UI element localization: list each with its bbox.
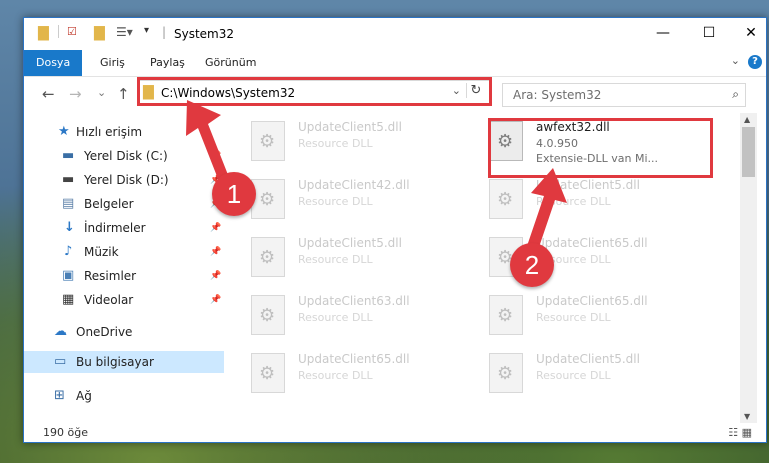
arrow-to-file: [527, 168, 567, 250]
step-badge-2: 2: [510, 243, 554, 287]
step-badge-1: 1: [212, 172, 256, 216]
annotation-arrows: [186, 100, 567, 250]
